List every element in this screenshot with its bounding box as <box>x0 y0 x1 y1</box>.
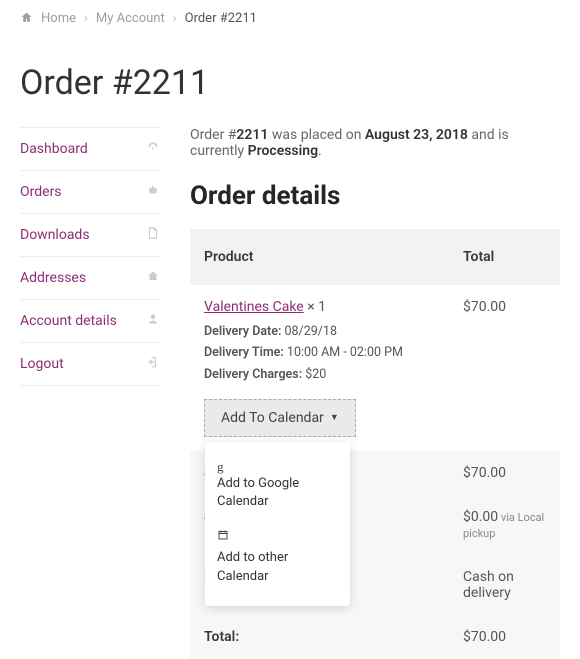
breadcrumb-home[interactable]: Home <box>41 11 76 26</box>
sidebar-item-addresses[interactable]: Addresses <box>20 257 160 300</box>
logout-icon <box>146 355 160 373</box>
sidebar: Dashboard Orders Downloads Addresses Acc… <box>20 127 160 659</box>
meta-label: Delivery Charges: <box>204 367 302 382</box>
sidebar-item-dashboard[interactable]: Dashboard <box>20 127 160 171</box>
caret-down-icon: ▼ <box>330 412 339 423</box>
breadcrumb: Home › My Account › Order #2211 <box>20 10 560 27</box>
sidebar-item-label: Downloads <box>20 227 90 243</box>
order-details-heading: Order details <box>190 181 560 211</box>
column-header-total: Total <box>449 229 560 285</box>
dashboard-icon <box>146 140 160 158</box>
summary-text: was placed on <box>268 127 365 143</box>
add-to-calendar-button[interactable]: Add To Calendar ▼ g Add to Google Calend… <box>204 399 356 437</box>
meta-label: Delivery Date: <box>204 324 281 339</box>
meta-value: 10:00 AM - 02:00 PM <box>287 345 403 360</box>
table-row: Valentines Cake × 1 Delivery Date: 08/29… <box>190 285 560 451</box>
sidebar-item-downloads[interactable]: Downloads <box>20 214 160 257</box>
footer-label: Total: <box>190 615 449 659</box>
product-qty: × 1 <box>304 299 326 315</box>
meta-label: Delivery Time: <box>204 345 284 360</box>
sidebar-item-label: Dashboard <box>20 141 88 157</box>
chevron-right-icon: › <box>173 11 177 26</box>
user-icon <box>146 312 160 330</box>
breadcrumb-current: Order #2211 <box>185 11 257 26</box>
sidebar-item-label: Logout <box>20 356 64 372</box>
summary-text: . <box>318 143 322 159</box>
summary-order-number: 2211 <box>236 127 268 143</box>
dropdown-label: Add to Google Calendar <box>217 476 299 509</box>
footer-value: $70.00 <box>449 615 560 659</box>
basket-icon <box>146 183 160 201</box>
home-icon <box>146 269 160 287</box>
column-header-product: Product <box>190 229 449 285</box>
table-row-total: Total: $70.00 <box>190 615 560 659</box>
footer-value: $0.00 via Local pickup <box>449 495 560 555</box>
summary-date: August 23, 2018 <box>365 127 468 143</box>
summary-prefix: Order # <box>190 127 236 143</box>
order-table: Product Total Valentines Cake × 1 Delive… <box>190 229 560 659</box>
line-total: $70.00 <box>449 285 560 451</box>
order-summary: Order #2211 was placed on August 23, 201… <box>190 127 560 159</box>
sidebar-item-label: Orders <box>20 184 62 200</box>
sidebar-item-account-details[interactable]: Account details <box>20 300 160 343</box>
footer-value: $70.00 <box>449 451 560 495</box>
button-label: Add To Calendar <box>221 410 324 426</box>
sidebar-item-label: Addresses <box>20 270 86 286</box>
summary-status: Processing <box>248 143 318 159</box>
sidebar-item-logout[interactable]: Logout <box>20 343 160 386</box>
breadcrumb-my-account[interactable]: My Account <box>96 11 165 26</box>
dropdown-item-google[interactable]: g Add to Google Calendar <box>205 452 350 521</box>
page-title: Order #2211 <box>20 63 560 103</box>
sidebar-item-label: Account details <box>20 313 117 329</box>
footer-value: Cash on delivery <box>449 555 560 615</box>
file-icon <box>146 226 160 244</box>
product-link[interactable]: Valentines Cake <box>204 299 304 315</box>
google-icon: g <box>217 460 338 473</box>
calendar-dropdown: g Add to Google Calendar Add to other Ca… <box>205 442 350 606</box>
chevron-right-icon: › <box>84 11 88 26</box>
meta-value: 08/29/18 <box>285 324 337 339</box>
home-icon <box>20 10 33 27</box>
dropdown-label: Add to other Calendar <box>217 550 288 583</box>
calendar-icon <box>217 529 338 547</box>
sidebar-item-orders[interactable]: Orders <box>20 171 160 214</box>
dropdown-item-other[interactable]: Add to other Calendar <box>205 521 350 596</box>
meta-value: $20 <box>305 367 326 382</box>
